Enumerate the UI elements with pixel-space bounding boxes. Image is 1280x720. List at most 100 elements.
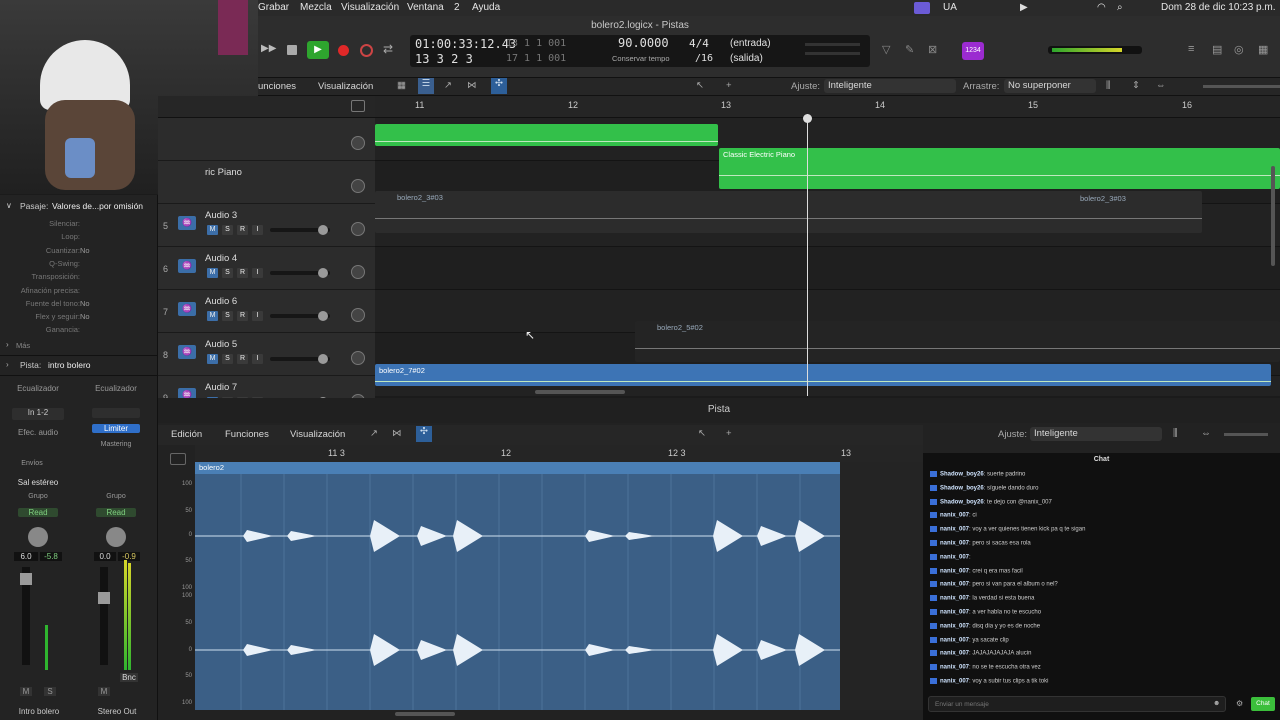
track-r-button[interactable]: R — [237, 268, 248, 278]
property-value[interactable]: No — [80, 312, 90, 321]
chat-username[interactable]: Shadow_boy26 — [940, 472, 984, 478]
list-icon[interactable]: ⊠ — [928, 43, 946, 61]
pasaje-chevron-icon[interactable]: ∨ — [6, 201, 12, 210]
pista-chevron-icon[interactable]: › — [6, 360, 9, 369]
chat-input[interactable]: Enviar un mensaje ☻ — [928, 696, 1226, 712]
track-r-button[interactable]: R — [237, 311, 248, 321]
chat-username[interactable]: nanix_007 — [940, 651, 969, 657]
track-lane[interactable] — [375, 247, 1280, 290]
region[interactable]: Classic Electric Piano — [719, 148, 1280, 189]
fader-handle[interactable] — [318, 354, 328, 364]
capture-record-button[interactable] — [360, 44, 373, 57]
track-name[interactable]: ric Piano — [205, 167, 242, 178]
ch1-input[interactable]: In 1-2 — [12, 408, 64, 420]
list-editors-icon[interactable]: ≡ — [1188, 43, 1206, 61]
editor-ajuste-dropdown[interactable]: Inteligente — [1030, 427, 1162, 441]
chat-settings-icon[interactable]: ⚙ — [1236, 699, 1243, 708]
ch1-fader-handle[interactable] — [20, 573, 32, 585]
waveform-zoom-icon[interactable]: ⫼ — [1106, 80, 1110, 91]
browser-icon[interactable]: ▦ — [1258, 43, 1276, 61]
chat-username[interactable]: nanix_007 — [940, 679, 969, 685]
menu-2[interactable]: 2 — [454, 2, 460, 13]
track-m-button[interactable]: M — [207, 354, 218, 364]
mas-label[interactable]: Más — [16, 341, 30, 350]
ch2-fader-track[interactable] — [100, 567, 108, 665]
ch2-plugin-limiter[interactable]: Limiter — [92, 424, 140, 433]
property-value[interactable]: No — [80, 299, 90, 308]
ch2-plugin-mastering[interactable]: Mastering — [86, 441, 146, 448]
chat-username[interactable]: Shadow_boy26 — [940, 485, 984, 491]
search-icon[interactable]: ⌕ — [1117, 2, 1123, 13]
menu-visualizacion[interactable]: Visualización — [341, 2, 399, 13]
fast-forward-button[interactable]: ▶▶ — [261, 43, 279, 61]
tuner-icon[interactable]: ✎ — [905, 43, 923, 61]
funciones-menu-editor[interactable]: Funciones — [225, 429, 269, 440]
track-pan-knob[interactable] — [351, 136, 365, 150]
ch2-link-icon[interactable] — [92, 408, 140, 418]
ch2-eq[interactable]: Ecualizador — [86, 384, 146, 393]
editor-region-icon[interactable] — [170, 453, 186, 465]
arrange-area[interactable]: 11 12 13 14 15 16 bolero2_7#02 bolero2_5#02 bol… — [375, 96, 1280, 396]
ajuste-dropdown[interactable]: Inteligente — [824, 79, 956, 93]
editor-region-header[interactable]: bolero2 — [195, 462, 840, 474]
pencil-tool-icon[interactable]: + — [726, 80, 732, 91]
track-r-button[interactable]: R — [237, 354, 248, 364]
ch2-fader-handle[interactable] — [98, 592, 110, 604]
ch1-eq[interactable]: Ecualizador — [8, 384, 68, 393]
ch1-sends[interactable]: Envíos — [8, 460, 56, 467]
track-name[interactable]: Audio 7 — [205, 382, 237, 393]
ch1-solo-button[interactable]: S — [44, 687, 56, 696]
track-header[interactable]: 5 ♒ Audio 3 MSRI — [158, 204, 375, 247]
track-m-button[interactable]: M — [207, 225, 218, 235]
menu-mezcla[interactable]: Mezcla — [300, 2, 332, 13]
visualizacion-menu[interactable]: Visualización — [318, 81, 373, 92]
count-in-badge[interactable]: 1234 — [962, 42, 984, 60]
play-icon[interactable]: ▶ — [1020, 2, 1028, 13]
track-s-button[interactable]: S — [222, 225, 233, 235]
ch1-audio-fx[interactable]: Efec. audio — [8, 428, 68, 437]
vertical-scrollbar[interactable] — [1271, 166, 1275, 266]
region[interactable] — [375, 124, 718, 146]
track-name[interactable]: Audio 5 — [205, 339, 237, 350]
stop-button[interactable] — [287, 45, 297, 55]
track-header[interactable]: 8 ♒ Audio 5 MSRI — [158, 333, 375, 376]
flex-icon[interactable]: ⋈ — [392, 428, 402, 439]
chat-username[interactable]: nanix_007 — [940, 610, 969, 616]
automation-icon[interactable]: ↗ — [444, 80, 452, 91]
editor-horizontal-scrollbar[interactable] — [395, 712, 455, 716]
horizontal-zoom-icon[interactable]: ⇔ — [1156, 80, 1166, 91]
track-m-button[interactable]: M — [207, 268, 218, 278]
property-value[interactable]: No — [80, 246, 90, 255]
chat-username[interactable]: nanix_007 — [940, 541, 969, 547]
fader-handle[interactable] — [318, 311, 328, 321]
menu-ventana[interactable]: Ventana — [407, 2, 444, 13]
grid-view-icon[interactable]: ▦ — [397, 80, 406, 91]
metronome-icon[interactable]: ▽ — [882, 43, 900, 61]
track-i-button[interactable]: I — [252, 354, 263, 364]
pointer-tool-icon[interactable]: ↖ — [698, 428, 706, 439]
chat-username[interactable]: nanix_007 — [940, 582, 969, 588]
edicion-menu[interactable]: Edición — [171, 429, 202, 440]
list-view-icon[interactable]: ☰ — [418, 78, 434, 94]
track-r-button[interactable]: R — [237, 225, 248, 235]
track-pan-knob[interactable] — [351, 351, 365, 365]
fader-handle[interactable] — [318, 225, 328, 235]
track-m-button[interactable]: M — [207, 311, 218, 321]
track-s-button[interactable]: S — [222, 268, 233, 278]
chat-send-button[interactable]: Chat — [1251, 697, 1275, 711]
pasaje-value[interactable]: Valores de...por omisión — [52, 201, 143, 211]
track-volume-fader[interactable] — [270, 354, 330, 364]
loop-browser-icon[interactable]: ◎ — [1234, 43, 1252, 61]
ch2-pan-knob[interactable] — [106, 527, 126, 547]
chat-username[interactable]: nanix_007 — [940, 554, 969, 560]
ch1-mute-button[interactable]: M — [20, 687, 32, 696]
menu-ayuda[interactable]: Ayuda — [472, 2, 500, 13]
track-i-button[interactable]: I — [252, 311, 263, 321]
ch2-mute-button[interactable]: M — [98, 687, 110, 696]
chat-username[interactable]: nanix_007 — [940, 568, 969, 574]
arrange-ruler[interactable]: 11 12 13 14 15 16 — [375, 96, 1280, 118]
track-name[interactable]: Audio 6 — [205, 296, 237, 307]
visualizacion-menu-editor[interactable]: Visualización — [290, 429, 345, 440]
track-pan-knob[interactable] — [351, 308, 365, 322]
playhead-handle[interactable] — [803, 114, 812, 123]
